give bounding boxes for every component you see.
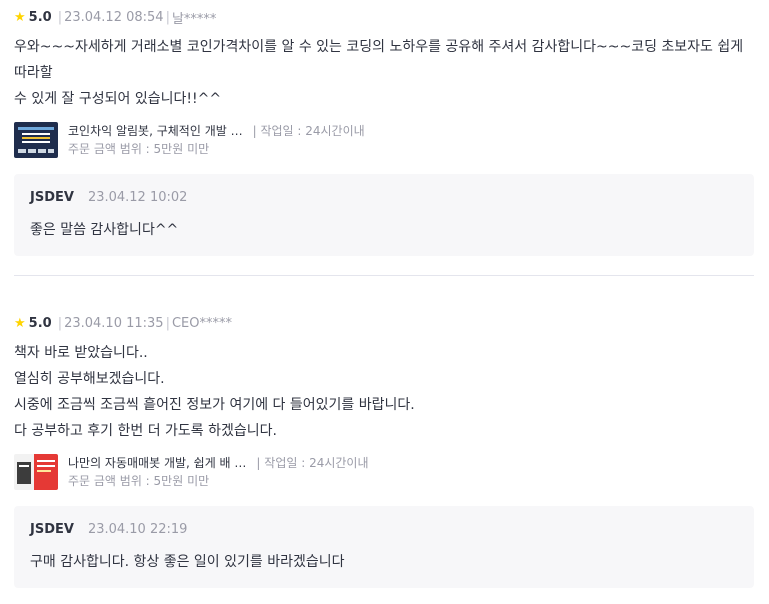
seller-reply: JSDEV 23.04.12 10:02 좋은 말씀 감사합니다^^	[14, 174, 754, 256]
review-product[interactable]: 코인차익 알림봇, 구체적인 개발 … | 작업일 : 24시간이내 주문 금액…	[14, 122, 754, 158]
product-title[interactable]: 코인차익 알림봇, 구체적인 개발 …	[68, 122, 243, 140]
review-body-line: 책자 바로 받았습니다..	[14, 345, 148, 361]
product-title[interactable]: 나만의 자동매매봇 개발, 쉽게 배 …	[68, 454, 246, 472]
review-body: 우와~~~자세하게 거래소별 코인가격차이를 알 수 있는 코딩의 노하우를 공…	[14, 34, 754, 112]
price-range: 주문 금액 범위 : 5만원 미만	[68, 142, 210, 156]
review-date: 23.04.10 11:35	[64, 315, 164, 331]
review-rating: 5.0	[28, 9, 52, 25]
review-product[interactable]: 나만의 자동매매봇 개발, 쉽게 배 … | 작업일 : 24시간이내 주문 금…	[14, 454, 754, 490]
review-author: CEO*****	[171, 315, 232, 331]
review-meta: ★ 5.0 | 23.04.10 11:35 | CEO*****	[14, 315, 232, 331]
reply-author: JSDEV	[30, 190, 74, 205]
review-body-line: 우와~~~자세하게 거래소별 코인가격차이를 알 수 있는 코딩의 노하우를 공…	[14, 39, 744, 81]
reply-text: 좋은 말씀 감사합니다^^	[30, 222, 179, 238]
review-item: ★ 5.0 | 23.04.10 11:35 | CEO***** 책자 바로 …	[14, 314, 754, 588]
review-body: 책자 바로 받았습니다.. 열심히 공부해보겠습니다. 시중에 조금씩 조금씩 …	[14, 340, 754, 444]
star-icon: ★	[14, 9, 26, 25]
price-range: 주문 금액 범위 : 5만원 미만	[68, 474, 210, 488]
star-icon: ★	[14, 315, 26, 331]
product-thumbnail[interactable]	[14, 454, 58, 490]
review-body-line: 시중에 조금씩 조금씩 흩어진 정보가 여기에 다 들어있기를 바랍니다.	[14, 397, 415, 413]
review-author: 날*****	[171, 11, 217, 27]
review-item: ★ 5.0 | 23.04.12 08:54 | 날***** 우와~~~자세하…	[14, 8, 754, 256]
review-meta: ★ 5.0 | 23.04.12 08:54 | 날*****	[14, 9, 217, 27]
work-period: | 작업일 : 24시간이내	[252, 124, 365, 138]
review-divider	[14, 275, 754, 276]
review-date: 23.04.12 08:54	[64, 9, 164, 25]
review-body-line: 수 있게 잘 구성되어 있습니다!!^^	[14, 91, 222, 107]
reply-date: 23.04.10 22:19	[87, 522, 188, 537]
reply-author: JSDEV	[30, 522, 74, 537]
review-body-line: 열심히 공부해보겠습니다.	[14, 371, 165, 387]
review-body-line: 다 공부하고 후기 한번 더 가도록 하겠습니다.	[14, 423, 277, 439]
review-rating: 5.0	[28, 315, 52, 331]
product-thumbnail[interactable]	[14, 122, 58, 158]
reply-text: 구매 감사합니다. 항상 좋은 일이 있기를 바라겠습니다	[30, 554, 345, 570]
seller-reply: JSDEV 23.04.10 22:19 구매 감사합니다. 항상 좋은 일이 …	[14, 506, 754, 588]
reply-date: 23.04.12 10:02	[87, 190, 188, 205]
work-period: | 작업일 : 24시간이내	[256, 456, 369, 470]
